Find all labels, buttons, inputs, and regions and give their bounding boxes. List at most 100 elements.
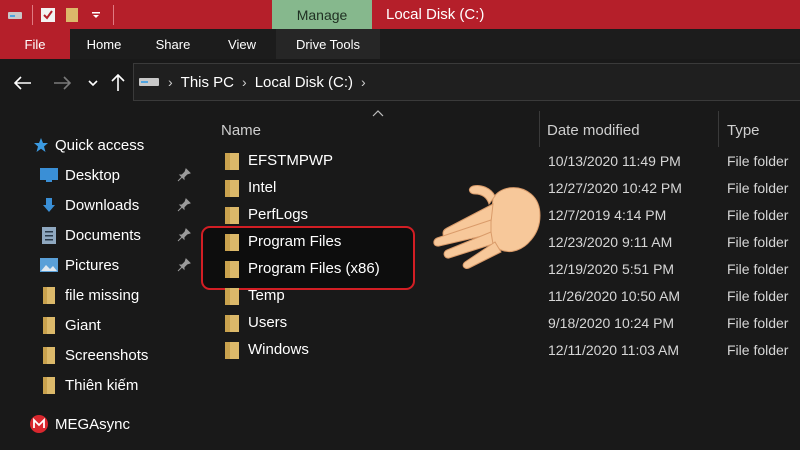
file-type: File folder xyxy=(727,315,789,331)
back-arrow-icon[interactable] xyxy=(11,71,35,95)
sidebar-item-screenshots[interactable]: Screenshots xyxy=(0,341,200,369)
tab-drive-tools[interactable]: Drive Tools xyxy=(276,29,380,59)
table-row[interactable]: EFSTMPWP 10/13/2020 11:49 PM File folder xyxy=(200,148,800,175)
ribbon-tabs: File Home Share View Drive Tools xyxy=(0,29,800,59)
sidebar-item-desktop[interactable]: Desktop xyxy=(0,161,200,189)
folder-icon xyxy=(40,376,58,394)
sidebar-item-documents[interactable]: Documents xyxy=(0,221,200,249)
file-name: Windows xyxy=(248,341,309,358)
column-divider[interactable] xyxy=(718,111,719,147)
sidebar-item-label: Desktop xyxy=(65,166,121,184)
pin-icon[interactable] xyxy=(177,258,191,272)
file-date-modified: 10/13/2020 11:49 PM xyxy=(548,153,681,169)
sidebar-item-quick-access[interactable]: Quick access xyxy=(0,131,200,159)
file-type: File folder xyxy=(727,342,789,358)
file-date-modified: 12/11/2020 11:03 AM xyxy=(548,342,680,358)
tab-home[interactable]: Home xyxy=(70,29,138,59)
mega-icon xyxy=(30,415,48,433)
manage-tab[interactable]: Manage xyxy=(272,0,372,29)
table-row[interactable]: Users 9/18/2020 10:24 PM File folder xyxy=(200,310,800,337)
sort-ascending-icon xyxy=(372,110,384,117)
sidebar-item-megasync[interactable]: MEGAsync xyxy=(0,410,200,438)
title-bar: Manage Local Disk (C:) xyxy=(0,0,800,29)
file-name: Intel xyxy=(248,179,277,196)
file-date-modified: 11/26/2020 10:50 AM xyxy=(548,288,681,304)
pin-icon[interactable] xyxy=(177,198,191,212)
table-row[interactable]: Windows 12/11/2020 11:03 AM File folder xyxy=(200,337,800,364)
sidebar-item-file-missing[interactable]: file missing xyxy=(0,281,200,309)
file-name: Program Files xyxy=(248,233,342,250)
downloads-icon xyxy=(40,196,58,214)
column-header-date-modified[interactable]: Date modified xyxy=(547,115,640,145)
folder-icon xyxy=(225,207,239,224)
navigation-pane: Quick access Desktop Downloads Documents… xyxy=(0,107,200,450)
pointing-hand-icon xyxy=(433,185,541,269)
chevron-right-icon[interactable]: › xyxy=(242,74,247,90)
sidebar-item-label: Pictures xyxy=(65,256,120,274)
customize-toolbar-icon[interactable] xyxy=(87,6,105,24)
column-header-type[interactable]: Type xyxy=(727,115,760,145)
recent-locations-chevron-icon[interactable] xyxy=(81,71,105,95)
sidebar-item-label: MEGAsync xyxy=(55,415,131,433)
window-title: Local Disk (C:) xyxy=(386,6,485,23)
column-divider[interactable] xyxy=(539,111,540,147)
file-type: File folder xyxy=(727,261,789,277)
drive-icon[interactable] xyxy=(6,6,24,24)
tab-share[interactable]: Share xyxy=(138,29,208,59)
file-type: File folder xyxy=(727,180,789,196)
folder-icon xyxy=(225,342,239,359)
tab-view[interactable]: View xyxy=(208,29,276,59)
folder-icon xyxy=(225,315,239,332)
up-arrow-icon[interactable] xyxy=(106,71,130,95)
file-name: EFSTMPWP xyxy=(248,152,333,169)
sidebar-item-label: file missing xyxy=(65,286,140,304)
file-type: File folder xyxy=(727,207,789,223)
drive-icon xyxy=(139,78,159,86)
file-date-modified: 9/18/2020 10:24 PM xyxy=(548,315,675,331)
folder-icon xyxy=(225,153,239,170)
file-name: Temp xyxy=(248,287,285,304)
sidebar-item-label: Documents xyxy=(65,226,141,244)
sidebar-item-downloads[interactable]: Downloads xyxy=(0,191,200,219)
pin-icon[interactable] xyxy=(177,228,191,242)
desktop-icon xyxy=(40,166,58,184)
properties-icon[interactable] xyxy=(39,6,57,24)
pin-icon[interactable] xyxy=(177,168,191,182)
chevron-right-icon[interactable]: › xyxy=(168,74,173,90)
file-name: PerfLogs xyxy=(248,206,309,223)
documents-icon xyxy=(40,226,58,244)
sidebar-item-label: Screenshots xyxy=(65,346,149,364)
file-date-modified: 12/7/2019 4:14 PM xyxy=(548,207,667,223)
sidebar-item-label: Giant xyxy=(65,316,101,334)
address-bar[interactable]: › This PC › Local Disk (C:) › xyxy=(133,63,800,101)
sidebar-item-label: Quick access xyxy=(55,136,145,154)
folder-icon xyxy=(225,261,239,278)
sidebar-item-thien-kiem[interactable]: Thiên kiếm xyxy=(0,371,200,399)
table-row[interactable]: Temp 11/26/2020 10:50 AM File folder xyxy=(200,283,800,310)
forward-arrow-icon[interactable] xyxy=(50,71,74,95)
new-folder-icon[interactable] xyxy=(63,6,81,24)
file-name: Program Files (x86) xyxy=(248,260,380,277)
file-name: Users xyxy=(248,314,288,331)
sidebar-item-giant[interactable]: Giant xyxy=(0,311,200,339)
breadcrumb-this-pc[interactable]: This PC xyxy=(181,74,234,91)
sidebar-item-label: Downloads xyxy=(65,196,140,214)
file-type: File folder xyxy=(727,153,789,169)
file-type: File folder xyxy=(727,234,789,250)
file-date-modified: 12/27/2020 10:42 PM xyxy=(548,180,682,196)
tab-file[interactable]: File xyxy=(0,29,70,59)
quick-access-toolbar xyxy=(0,0,114,29)
file-date-modified: 12/19/2020 5:51 PM xyxy=(548,261,675,277)
folder-icon xyxy=(40,346,58,364)
sidebar-item-label: Thiên kiếm xyxy=(65,376,139,394)
sidebar-item-pictures[interactable]: Pictures xyxy=(0,251,200,279)
toolbar-divider xyxy=(32,4,33,25)
star-icon xyxy=(32,136,50,154)
file-type: File folder xyxy=(727,288,789,304)
chevron-right-icon[interactable]: › xyxy=(361,74,366,90)
folder-icon xyxy=(40,316,58,334)
pictures-icon xyxy=(40,256,58,274)
column-header-name[interactable]: Name xyxy=(221,115,261,145)
breadcrumb-local-disk[interactable]: Local Disk (C:) xyxy=(255,74,353,91)
folder-icon xyxy=(225,180,239,197)
